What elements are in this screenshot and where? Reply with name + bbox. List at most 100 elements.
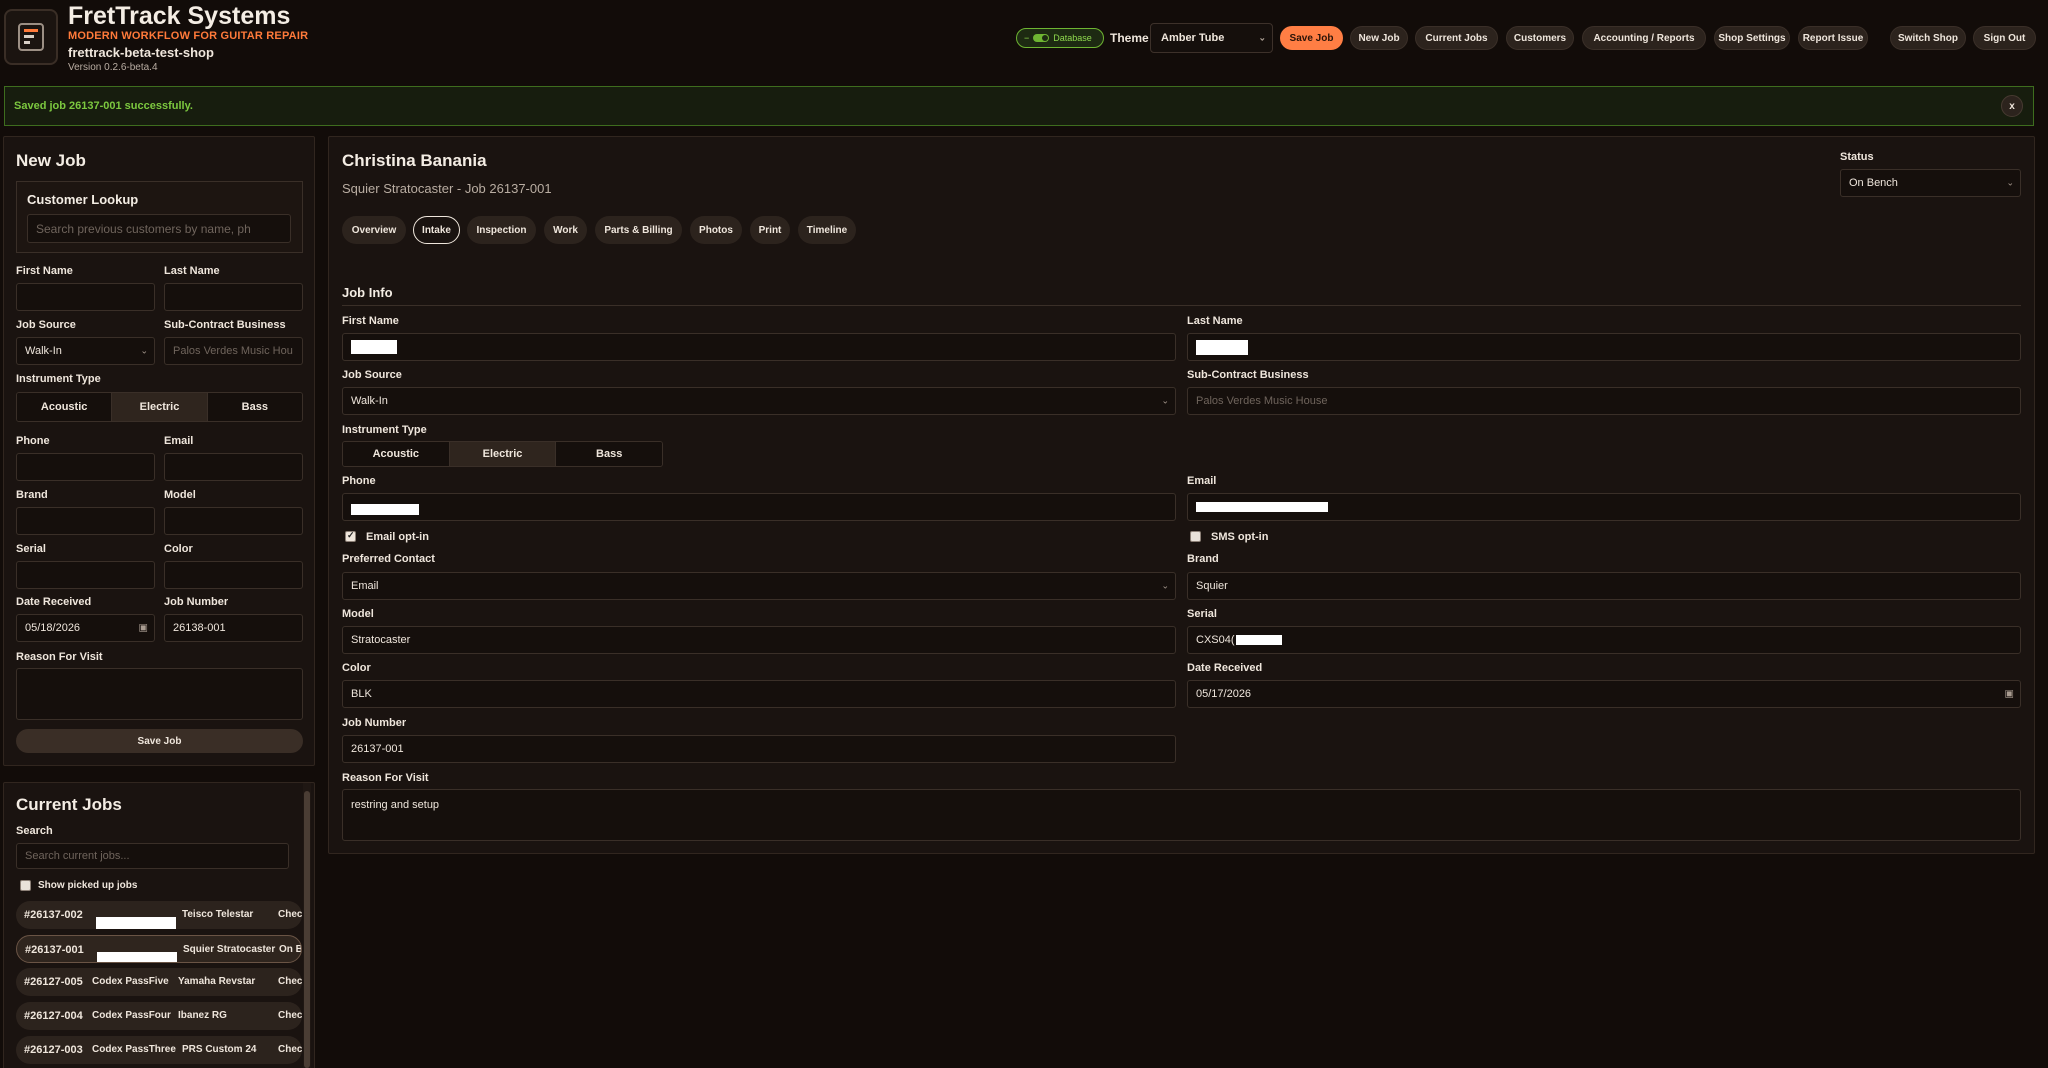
jobs-search-input[interactable]: Search current jobs...	[16, 843, 289, 869]
serial-input[interactable]	[16, 561, 155, 589]
app-header: FretTrack Systems MODERN WORKFLOW FOR GU…	[0, 0, 2048, 82]
header-current-jobs-button[interactable]: Current Jobs	[1415, 26, 1498, 50]
color-input[interactable]	[164, 561, 303, 589]
email-optin-checkbox[interactable]	[345, 530, 356, 542]
calendar-icon[interactable]: ▣	[2005, 689, 2014, 700]
customer-lookup-input[interactable]: Search previous customers by name, ph	[27, 214, 291, 243]
header-sign-out-button[interactable]: Sign Out	[1973, 26, 2036, 50]
instrument-electric-option[interactable]: Electric	[449, 442, 557, 466]
header-switch-shop-button[interactable]: Switch Shop	[1890, 26, 1966, 50]
job-row[interactable]: #26127-005 Codex PassFive Yamaha Revstar…	[16, 968, 302, 996]
job-reason-label: Reason For Visit	[342, 772, 429, 784]
alert-message: Saved job 26137-001 successfully.	[14, 100, 193, 112]
header-accounting-button[interactable]: Accounting / Reports	[1582, 26, 1706, 50]
header-save-job-button[interactable]: Save Job	[1280, 26, 1343, 50]
job-source-select[interactable]: Walk-In ⌄	[16, 337, 155, 365]
job-number-input[interactable]: 26137-001	[342, 735, 1176, 763]
first-name-input[interactable]	[16, 283, 155, 311]
customer-lookup-box: Customer Lookup Search previous customer…	[16, 181, 303, 253]
job-serial-input[interactable]: CXS04(	[1187, 626, 2021, 654]
status-select[interactable]: On Bench ⌄	[1840, 169, 2021, 197]
preferred-contact-select[interactable]: Email ⌄	[342, 572, 1176, 600]
tab-work[interactable]: Work	[544, 216, 587, 244]
header-shop-settings-button[interactable]: Shop Settings	[1714, 26, 1790, 50]
theme-select[interactable]: Amber Tube ⌄	[1150, 23, 1273, 53]
tab-parts-billing[interactable]: Parts & Billing	[595, 216, 682, 244]
job-source-label: Job Source	[16, 319, 76, 331]
job-number-input[interactable]: 26138-001	[164, 614, 303, 642]
job-instrument: Squier Stratocaster	[183, 944, 276, 955]
database-status-badge[interactable]: − Database	[1016, 28, 1104, 48]
instrument-bass-option[interactable]: Bass	[556, 442, 662, 466]
job-last-name-label: Last Name	[1187, 315, 1243, 327]
alert-close-button[interactable]: x	[2001, 95, 2023, 117]
brand-label: Brand	[16, 489, 48, 501]
job-detail-panel: Christina Banania Squier Stratocaster - …	[328, 136, 2035, 854]
job-subcontract-input[interactable]: Palos Verdes Music House	[1187, 387, 2021, 415]
subcontract-input[interactable]: Palos Verdes Music Hou	[164, 337, 303, 365]
tab-print[interactable]: Print	[750, 216, 790, 244]
redacted-value	[351, 503, 419, 515]
job-first-name-input[interactable]	[342, 333, 1176, 361]
theme-label: Theme	[1110, 31, 1149, 45]
color-label: Color	[164, 543, 193, 555]
header-report-issue-button[interactable]: Report Issue	[1798, 26, 1868, 50]
show-picked-up-checkbox[interactable]	[20, 880, 31, 891]
job-brand-input[interactable]: Squier	[1187, 572, 2021, 600]
instrument-electric-option[interactable]: Electric	[112, 393, 208, 421]
save-job-button[interactable]: Save Job	[16, 729, 303, 753]
minus-icon: −	[1024, 33, 1030, 43]
sms-optin-checkbox[interactable]	[1190, 531, 1201, 542]
job-source-select[interactable]: Walk-In ⌄	[342, 387, 1176, 415]
instrument-acoustic-option[interactable]: Acoustic	[17, 393, 113, 421]
preferred-contact-label: Preferred Contact	[342, 553, 435, 565]
tab-intake[interactable]: Intake	[413, 216, 460, 244]
date-received-input[interactable]: 05/18/2026 ▣	[16, 614, 155, 642]
last-name-label: Last Name	[164, 265, 220, 277]
job-status: Chec	[278, 976, 302, 987]
instrument-acoustic-option[interactable]: Acoustic	[343, 442, 450, 466]
brand-input[interactable]	[16, 507, 155, 535]
job-date-received-input[interactable]: 05/17/2026 ▣	[1187, 680, 2021, 708]
job-reason-textarea[interactable]: restring and setup	[342, 789, 2021, 841]
database-label: Database	[1053, 33, 1092, 43]
job-row[interactable]: #26137-001 Squier Stratocaster On B	[16, 935, 302, 963]
calendar-icon[interactable]: ▣	[139, 623, 148, 634]
new-job-panel: New Job Customer Lookup Search previous …	[3, 136, 315, 766]
tab-overview[interactable]: Overview	[342, 216, 406, 244]
instrument-bass-option[interactable]: Bass	[207, 393, 302, 421]
chevron-down-icon: ⌄	[1161, 395, 1169, 406]
jobs-search-placeholder: Search current jobs...	[25, 850, 130, 862]
phone-input[interactable]	[16, 453, 155, 481]
scrollbar-thumb[interactable]	[304, 791, 310, 1068]
job-phone-input[interactable]	[342, 493, 1176, 521]
tab-timeline[interactable]: Timeline	[798, 216, 856, 244]
app-title: FretTrack Systems	[68, 2, 291, 30]
email-input[interactable]	[164, 453, 303, 481]
job-status: Chec	[278, 909, 302, 920]
tab-photos[interactable]: Photos	[690, 216, 742, 244]
job-source-value: Walk-In	[25, 345, 62, 357]
jobs-scrollbar[interactable]	[303, 783, 311, 1068]
job-model-input[interactable]: Stratocaster	[342, 626, 1176, 654]
job-email-input[interactable]	[1187, 493, 2021, 521]
job-row[interactable]: #26127-004 Codex PassFour Ibanez RG Chec	[16, 1002, 302, 1030]
reason-textarea[interactable]	[16, 668, 303, 720]
job-model-value: Stratocaster	[351, 634, 411, 646]
tab-inspection[interactable]: Inspection	[467, 216, 536, 244]
job-color-input[interactable]: BLK	[342, 680, 1176, 708]
job-instrument: Ibanez RG	[178, 1010, 227, 1021]
model-input[interactable]	[164, 507, 303, 535]
job-row[interactable]: #26137-002 Teisco Telestar Chec	[16, 901, 302, 929]
redacted-value	[351, 340, 397, 354]
app-tagline: MODERN WORKFLOW FOR GUITAR REPAIR	[68, 30, 309, 42]
serial-label: Serial	[16, 543, 46, 555]
job-number: #26137-001	[25, 944, 84, 956]
job-last-name-input[interactable]	[1187, 333, 2021, 361]
header-customers-button[interactable]: Customers	[1506, 26, 1574, 50]
last-name-input[interactable]	[164, 283, 303, 311]
redacted-value	[1235, 635, 1282, 645]
header-new-job-button[interactable]: New Job	[1350, 26, 1408, 50]
job-instrument-type-label: Instrument Type	[342, 424, 427, 436]
job-row[interactable]: #26127-003 Codex PassThree PRS Custom 24…	[16, 1036, 302, 1064]
